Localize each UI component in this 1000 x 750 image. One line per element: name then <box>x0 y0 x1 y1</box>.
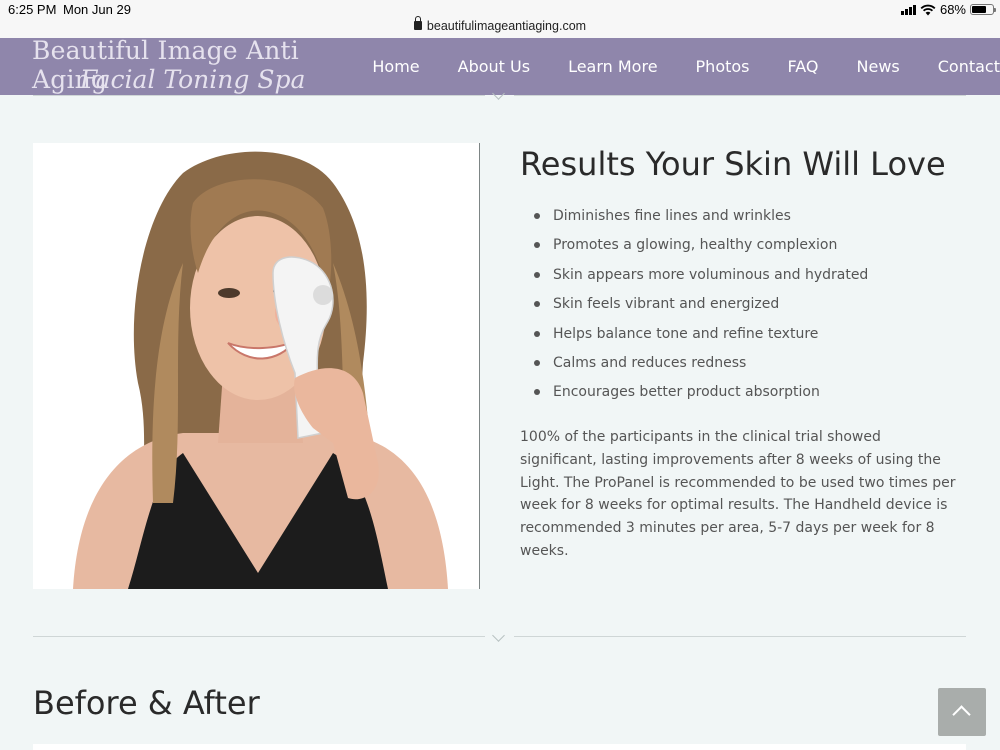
nav-news[interactable]: News <box>857 57 900 76</box>
list-item: Skin feels vibrant and energized <box>534 294 868 323</box>
back-to-top-button[interactable] <box>938 688 986 736</box>
nav-contact[interactable]: Contact <box>938 57 1000 76</box>
logo-line2: Facial Toning Spa <box>80 65 306 94</box>
results-heading: Results Your Skin Will Love <box>520 145 946 183</box>
address-url: beautifulimageantiaging.com <box>426 19 587 33</box>
status-date: Mon Jun 29 <box>63 2 131 17</box>
list-item: Calms and reduces redness <box>534 353 868 382</box>
product-photo <box>33 143 480 589</box>
nav-home[interactable]: Home <box>372 57 419 76</box>
status-time: 6:25 PM <box>8 2 57 17</box>
list-item: Promotes a glowing, healthy complexion <box>534 235 868 264</box>
section-divider <box>33 629 966 642</box>
site-header: Beautiful Image Anti Aging Facial Toning… <box>0 36 1000 95</box>
nav-learn-more[interactable]: Learn More <box>568 57 657 76</box>
list-item: Encourages better product absorption <box>534 382 868 411</box>
woman-with-device-image <box>33 143 479 589</box>
status-indicators: 68% <box>900 2 996 17</box>
site-logo[interactable]: Beautiful Image Anti Aging Facial Toning… <box>0 36 370 95</box>
wifi-icon <box>920 4 936 15</box>
list-item: Skin appears more voluminous and hydrate… <box>534 265 868 294</box>
lock-icon <box>413 16 422 30</box>
chevron-down-icon <box>492 629 505 642</box>
before-after-heading: Before & After <box>33 684 260 722</box>
list-item: Diminishes fine lines and wrinkles <box>534 206 868 235</box>
section-divider-top <box>33 87 966 100</box>
nav-about-us[interactable]: About Us <box>458 57 530 76</box>
nav-photos[interactable]: Photos <box>696 57 750 76</box>
battery-icon <box>970 4 996 15</box>
list-item: Helps balance tone and refine texture <box>534 324 868 353</box>
battery-percent: 68% <box>939 2 966 17</box>
status-bar: 6:25 PM Mon Jun 29 beautifulimageantiagi… <box>0 0 1000 38</box>
main-nav: Home About Us Learn More Photos FAQ News… <box>372 38 1000 95</box>
nav-faq[interactable]: FAQ <box>788 57 819 76</box>
chevron-up-icon <box>952 705 971 724</box>
benefits-list: Diminishes fine lines and wrinkles Promo… <box>534 206 868 412</box>
signal-icon <box>900 4 916 15</box>
before-after-content <box>33 744 966 750</box>
address-bar[interactable]: beautifulimageantiaging.com <box>0 16 1000 33</box>
clinical-trial-paragraph: 100% of the participants in the clinical… <box>520 429 956 559</box>
